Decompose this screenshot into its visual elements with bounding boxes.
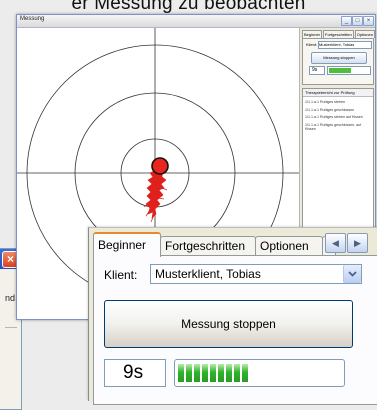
divider bbox=[5, 327, 17, 328]
mini-timer: 9s bbox=[309, 66, 325, 75]
progress-fill bbox=[178, 364, 248, 382]
tab-scroll-left-icon[interactable]: ◀ bbox=[325, 233, 346, 253]
measurement-progress-bar bbox=[174, 359, 345, 387]
stop-measurement-button[interactable]: Messung stoppen bbox=[104, 300, 353, 348]
background-window-text: nd bbox=[5, 293, 16, 303]
list-item[interactable]: 1/1.1.a.1 Ruhiges geschlossen bbox=[303, 105, 373, 113]
tab-advanced[interactable]: Fortgeschritten bbox=[160, 236, 256, 255]
mini-tab-options[interactable]: Optionen bbox=[354, 30, 375, 38]
mini-list-header: Therapiebericht zur Prüfung bbox=[303, 89, 373, 97]
sway-trace bbox=[145, 167, 167, 219]
client-select-value: Musterklient, Tobias bbox=[155, 267, 261, 281]
list-item[interactable]: 1/1.1.a.1 Ruhiges stehen bbox=[303, 97, 373, 105]
progress-block bbox=[226, 364, 232, 382]
close-icon[interactable]: × bbox=[363, 16, 374, 26]
tab-scroll-right-icon[interactable]: ▶ bbox=[347, 233, 368, 253]
window-titlebar[interactable]: Messung _ □ × bbox=[17, 15, 375, 28]
mini-stop-button[interactable]: Messung stoppen bbox=[311, 52, 367, 64]
list-item[interactable]: 1/1.1.a.1 Ruhiges geschlossen, auf Kisse… bbox=[303, 120, 373, 132]
mini-controls: Klient: Musterklient, Tobias Messung sto… bbox=[302, 38, 374, 85]
mini-tab-beginner[interactable]: Beginner bbox=[302, 30, 323, 38]
caption-text: er Messung zu beobachten bbox=[71, 0, 306, 14]
mini-progress-bar bbox=[327, 66, 371, 75]
minimize-icon[interactable]: _ bbox=[341, 16, 352, 26]
list-item[interactable]: 1/1.1.a.1 Ruhiges stehen auf Kissen bbox=[303, 112, 373, 120]
center-of-pressure-marker bbox=[151, 157, 169, 175]
progress-block bbox=[242, 364, 248, 382]
tab-beginner[interactable]: Beginner bbox=[93, 232, 161, 257]
progress-block bbox=[186, 364, 192, 382]
progress-block bbox=[194, 364, 200, 382]
chevron-down-icon[interactable] bbox=[343, 265, 361, 283]
mini-tab-advanced[interactable]: Fortgeschritten bbox=[323, 30, 354, 38]
window-title: Messung bbox=[20, 16, 45, 22]
mini-tab-strip: Beginner Fortgeschritten Optionen bbox=[302, 30, 375, 38]
client-label: Klient: bbox=[104, 268, 138, 282]
progress-block bbox=[218, 364, 224, 382]
mini-client-select[interactable]: Musterklient, Tobias bbox=[318, 41, 372, 49]
progress-block bbox=[178, 364, 184, 382]
maximize-icon[interactable]: □ bbox=[352, 16, 363, 26]
tab-content-beginner: Klient: Musterklient, Tobias Messung sto… bbox=[93, 255, 377, 405]
mini-client-label: Klient: bbox=[306, 42, 318, 47]
tab-options[interactable]: Optionen bbox=[255, 236, 323, 255]
progress-block bbox=[234, 364, 240, 382]
control-panel-zoom: Beginner Fortgeschritten Optionen N ◀ ▶ … bbox=[88, 227, 377, 405]
elapsed-time: 9s bbox=[104, 359, 166, 387]
progress-block bbox=[202, 364, 208, 382]
tab-scroll-buttons: ◀ ▶ bbox=[325, 233, 369, 253]
progress-block bbox=[210, 364, 216, 382]
client-select[interactable]: Musterklient, Tobias bbox=[150, 264, 362, 284]
